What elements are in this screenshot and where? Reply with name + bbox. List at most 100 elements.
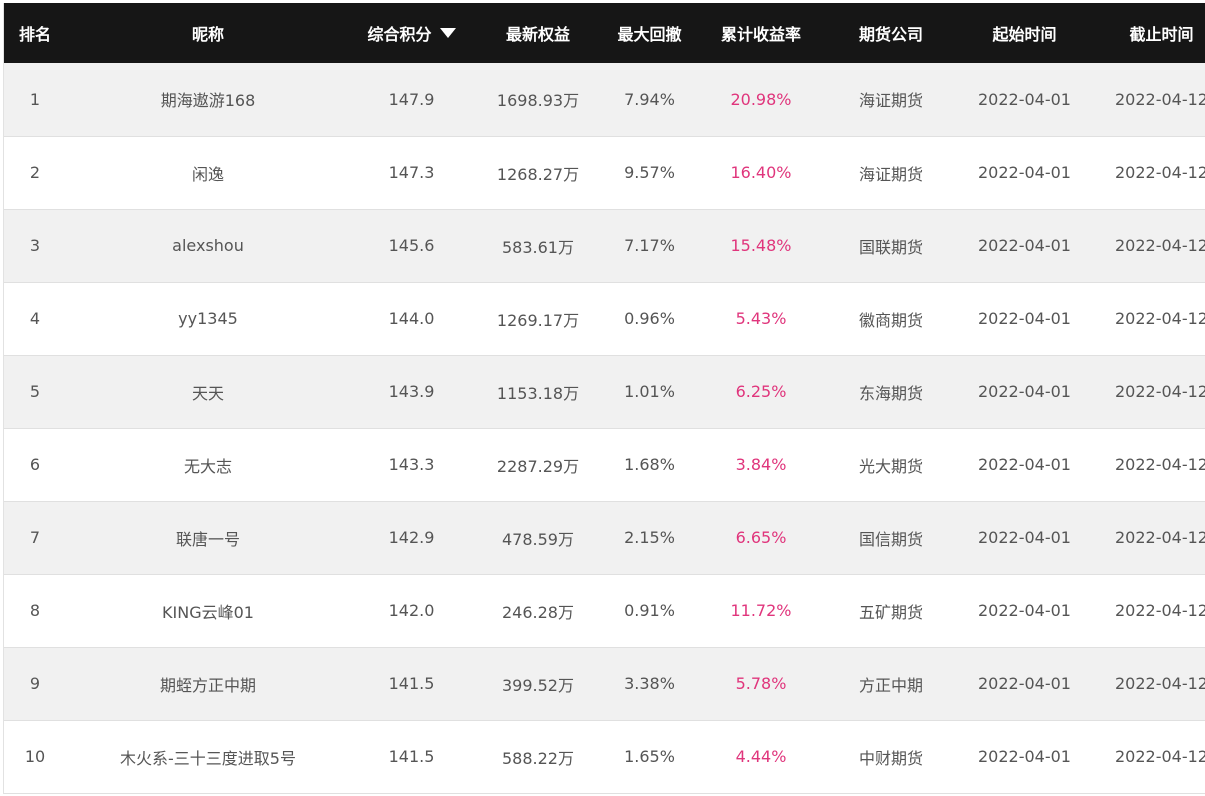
equity-cell: 588.22万 xyxy=(502,748,574,768)
return-cell: 16.40% xyxy=(730,163,792,182)
company-cell: 东海期货 xyxy=(858,383,923,403)
rank-cell: 9 xyxy=(29,674,41,693)
nickname-cell[interactable]: 天天 xyxy=(66,355,350,428)
rank-cell: 3 xyxy=(29,236,41,255)
start-date-cell: 2022-04-01 xyxy=(978,382,1071,401)
start-date-cell: 2022-04-01 xyxy=(978,89,1071,109)
company-cell: 国信期货 xyxy=(858,529,923,549)
column-header-nickname[interactable]: 昵称 xyxy=(66,3,350,63)
column-header-return[interactable]: 累计收益率 xyxy=(696,3,826,63)
triangle-down-icon[interactable] xyxy=(439,28,456,38)
end-date-cell: 2022-04-12 xyxy=(1115,674,1205,693)
score-cell: 143.9 xyxy=(388,382,435,401)
company-cell: 海证期货 xyxy=(858,91,923,111)
return-cell: 3.84% xyxy=(735,455,787,474)
ranking-board: 排名 昵称 综合积分 最新权益 最大回撤 累计收益率 期货公司 起始时间 截止时… xyxy=(3,3,1205,794)
nickname-cell[interactable]: KING云峰01 xyxy=(66,574,350,647)
end-date-cell: 2022-04-12 xyxy=(1115,601,1205,620)
column-header-equity[interactable]: 最新权益 xyxy=(473,3,603,63)
return-cell: 20.98% xyxy=(730,89,792,109)
end-date-cell: 2022-04-12 xyxy=(1115,747,1205,766)
table-header-row: 排名 昵称 综合积分 最新权益 最大回撤 累计收益率 期货公司 起始时间 截止时… xyxy=(4,3,1205,63)
start-date-cell: 2022-04-01 xyxy=(978,455,1071,474)
score-cell: 144.0 xyxy=(388,309,435,328)
column-header-score-label: 综合积分 xyxy=(367,25,432,44)
nickname-cell[interactable]: 期海遨游168 xyxy=(66,63,350,136)
equity-cell: 1269.17万 xyxy=(496,310,580,330)
table-row: 1 期海遨游168 147.9 1698.93万 7.94% 20.98% 海证… xyxy=(4,63,1205,136)
score-cell: 143.3 xyxy=(388,455,435,474)
column-header-score[interactable]: 综合积分 xyxy=(350,3,473,63)
start-date-cell: 2022-04-01 xyxy=(978,528,1071,547)
rank-cell: 4 xyxy=(29,309,41,328)
nickname-cell[interactable]: 期蛭方正中期 xyxy=(66,647,350,720)
end-date-cell: 2022-04-12 xyxy=(1115,455,1205,474)
column-header-drawdown[interactable]: 最大回撤 xyxy=(603,3,696,63)
table-row: 7 联唐一号 142.9 478.59万 2.15% 6.65% 国信期货 20… xyxy=(4,501,1205,574)
end-date-cell: 2022-04-12 xyxy=(1115,309,1205,328)
return-cell: 6.25% xyxy=(735,382,787,401)
column-header-start[interactable]: 起始时间 xyxy=(956,3,1093,63)
table-row: 8 KING云峰01 142.0 246.28万 0.91% 11.72% 五矿… xyxy=(4,574,1205,647)
table-row: 9 期蛭方正中期 141.5 399.52万 3.38% 5.78% 方正中期 … xyxy=(4,647,1205,720)
rank-cell: 7 xyxy=(29,528,41,547)
score-cell: 142.0 xyxy=(388,601,435,620)
start-date-cell: 2022-04-01 xyxy=(978,163,1071,182)
drawdown-cell: 0.91% xyxy=(624,601,675,620)
equity-cell: 399.52万 xyxy=(502,675,574,695)
drawdown-cell: 1.01% xyxy=(624,382,675,401)
score-cell: 147.9 xyxy=(388,89,435,109)
table-body: 1 期海遨游168 147.9 1698.93万 7.94% 20.98% 海证… xyxy=(4,63,1205,793)
return-cell: 11.72% xyxy=(730,601,792,620)
start-date-cell: 2022-04-01 xyxy=(978,601,1071,620)
drawdown-cell: 1.65% xyxy=(624,747,675,766)
company-cell: 海证期货 xyxy=(858,164,923,184)
score-cell: 147.3 xyxy=(388,163,435,182)
nickname-cell[interactable]: yy1345 xyxy=(66,282,350,355)
table-row: 5 天天 143.9 1153.18万 1.01% 6.25% 东海期货 202… xyxy=(4,355,1205,428)
drawdown-cell: 7.17% xyxy=(624,236,675,255)
table-row: 4 yy1345 144.0 1269.17万 0.96% 5.43% 徽商期货… xyxy=(4,282,1205,355)
company-cell: 光大期货 xyxy=(858,456,923,476)
company-cell: 中财期货 xyxy=(858,748,923,768)
column-header-company[interactable]: 期货公司 xyxy=(826,3,956,63)
table-row: 2 闲逸 147.3 1268.27万 9.57% 16.40% 海证期货 20… xyxy=(4,136,1205,209)
return-cell: 6.65% xyxy=(735,528,787,547)
drawdown-cell: 2.15% xyxy=(624,528,675,547)
return-cell: 15.48% xyxy=(730,236,792,255)
nickname-cell[interactable]: 联唐一号 xyxy=(66,501,350,574)
company-cell: 国联期货 xyxy=(858,237,923,257)
table-row: 10 木火系-三十三度进取5号 141.5 588.22万 1.65% 4.44… xyxy=(4,720,1205,793)
nickname-cell[interactable]: 无大志 xyxy=(66,428,350,501)
start-date-cell: 2022-04-01 xyxy=(978,309,1071,328)
table-row: 6 无大志 143.3 2287.29万 1.68% 3.84% 光大期货 20… xyxy=(4,428,1205,501)
column-header-rank[interactable]: 排名 xyxy=(4,3,66,63)
equity-cell: 2287.29万 xyxy=(496,456,580,476)
end-date-cell: 2022-04-12 xyxy=(1115,89,1205,109)
score-cell: 145.6 xyxy=(388,236,435,255)
nickname-cell[interactable]: 木火系-三十三度进取5号 xyxy=(66,720,350,793)
return-cell: 4.44% xyxy=(735,747,787,766)
end-date-cell: 2022-04-12 xyxy=(1115,528,1205,547)
equity-cell: 1698.93万 xyxy=(496,91,580,111)
return-cell: 5.78% xyxy=(735,674,787,693)
drawdown-cell: 3.38% xyxy=(624,674,675,693)
nickname-cell[interactable]: alexshou xyxy=(66,209,350,282)
return-cell: 5.43% xyxy=(735,309,787,328)
equity-cell: 1153.18万 xyxy=(496,383,580,403)
score-cell: 141.5 xyxy=(388,674,435,693)
company-cell: 徽商期货 xyxy=(858,310,923,330)
rank-cell: 10 xyxy=(24,747,46,766)
drawdown-cell: 9.57% xyxy=(624,163,675,182)
rank-cell: 1 xyxy=(29,89,41,109)
equity-cell: 1268.27万 xyxy=(496,164,580,184)
start-date-cell: 2022-04-01 xyxy=(978,674,1071,693)
end-date-cell: 2022-04-12 xyxy=(1115,163,1205,182)
equity-cell: 478.59万 xyxy=(502,529,574,549)
equity-cell: 583.61万 xyxy=(502,237,574,257)
nickname-cell[interactable]: 闲逸 xyxy=(66,136,350,209)
score-cell: 141.5 xyxy=(388,747,435,766)
end-date-cell: 2022-04-12 xyxy=(1115,382,1205,401)
score-cell: 142.9 xyxy=(388,528,435,547)
column-header-end[interactable]: 截止时间 xyxy=(1093,3,1205,63)
